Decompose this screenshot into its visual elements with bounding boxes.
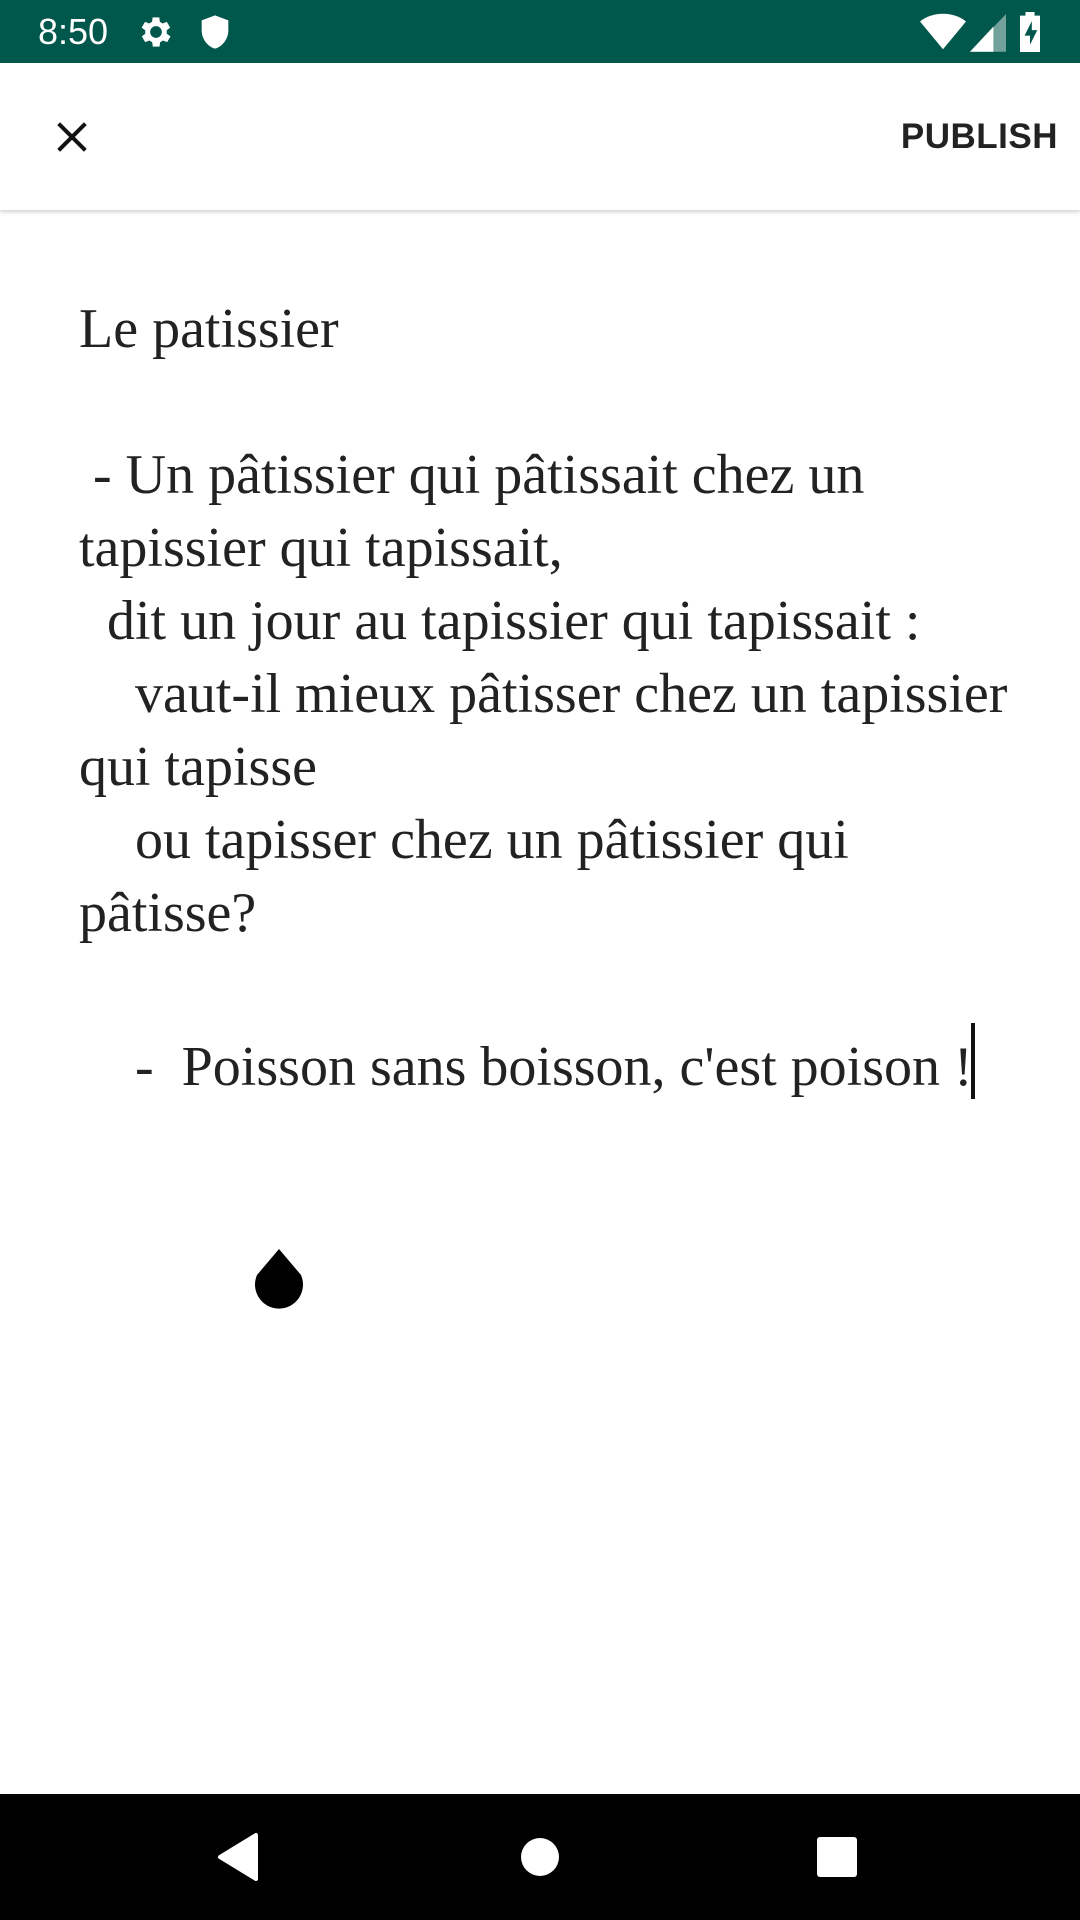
status-time: 8:50 xyxy=(38,11,109,52)
gear-icon xyxy=(136,12,176,52)
back-button[interactable] xyxy=(205,1824,271,1890)
close-button[interactable] xyxy=(36,101,108,173)
shield-icon xyxy=(195,12,235,52)
navigation-bar xyxy=(0,1794,1080,1920)
back-triangle-icon xyxy=(218,1833,258,1881)
cell-signal-icon xyxy=(970,12,1006,52)
close-icon xyxy=(57,122,87,152)
home-button[interactable] xyxy=(507,1824,573,1890)
status-bar: 8:50 xyxy=(0,0,1080,63)
poem-body-text: - Un pâtissier qui pâtissait chez un tap… xyxy=(79,444,1008,1098)
battery-charging-icon xyxy=(1017,12,1043,52)
recents-button[interactable] xyxy=(804,1824,870,1890)
cursor-drag-handle[interactable] xyxy=(252,1247,306,1310)
publish-button[interactable]: PUBLISH xyxy=(901,111,1058,163)
wifi-icon xyxy=(920,12,966,52)
text-cursor xyxy=(970,1023,975,1099)
top-app-bar: PUBLISH xyxy=(0,63,1080,210)
home-circle-icon xyxy=(521,1838,559,1876)
poem-editor[interactable]: Le patissier - Un pâtissier qui pâtissai… xyxy=(79,293,1019,1104)
poem-body[interactable]: - Un pâtissier qui pâtissait chez un tap… xyxy=(79,366,1019,1104)
recents-square-icon xyxy=(817,1837,857,1877)
poem-title[interactable]: Le patissier xyxy=(79,293,1019,366)
